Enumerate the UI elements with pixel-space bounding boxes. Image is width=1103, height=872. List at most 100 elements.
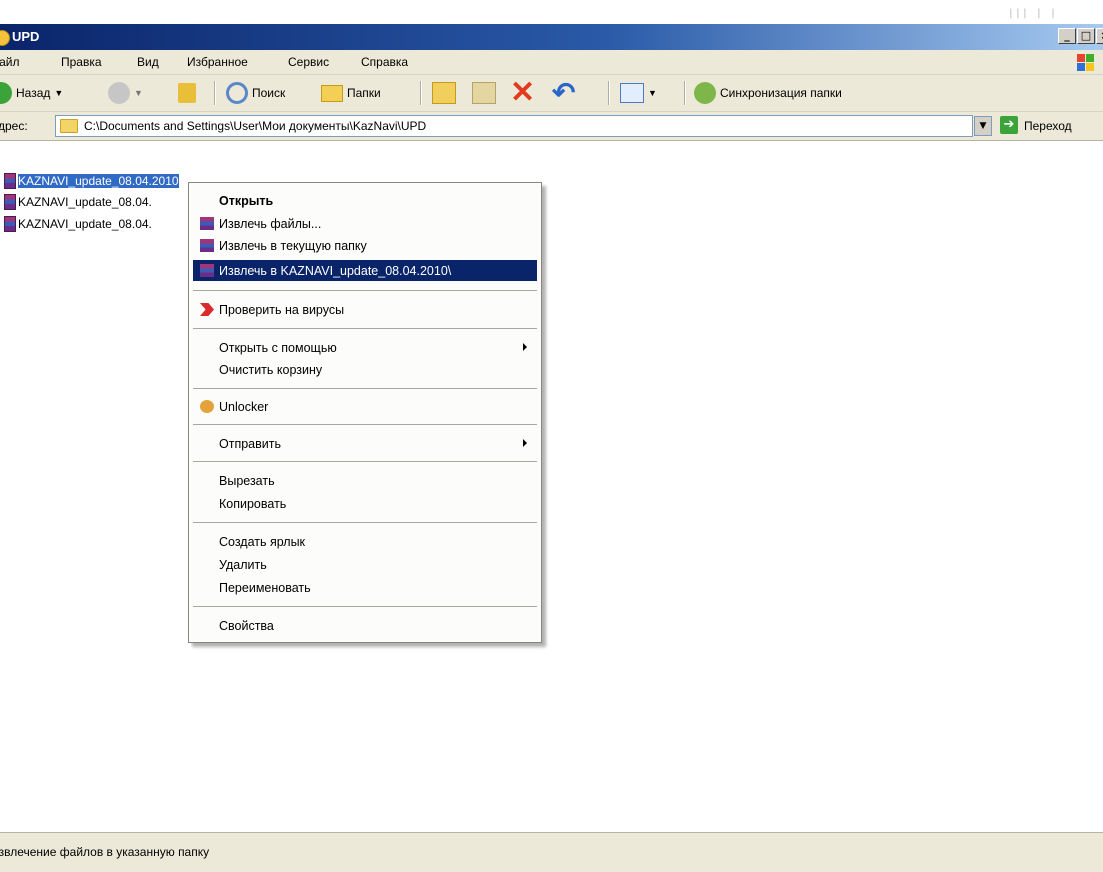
winrar-icon [200,239,214,252]
windows-logo-icon [1075,52,1095,72]
menu-item-unlocker[interactable]: Unlocker [193,396,537,417]
menu-help[interactable]: Справка [361,55,408,69]
menu-item-label: Извлечь файлы... [219,216,322,231]
menu-item-extract-here[interactable]: Извлечь в текущую папку [193,235,537,256]
menu-separator [193,606,537,607]
menu-item-label: Создать ярлык [219,534,306,549]
menu-item-label: Извлечь в KAZNAVI_update_08.04.2010\ [219,263,452,278]
menu-favorites[interactable]: Избранное [187,55,248,69]
folder-icon [0,30,10,46]
status-text: Извлечение файлов в указанную папку [0,845,210,859]
menu-separator [193,290,537,291]
menu-item-label: Переименовать [219,580,311,595]
copy-to-button[interactable] [472,80,496,106]
menu-separator [193,424,537,425]
context-menu: Открыть Извлечь файлы... Извлечь в текущ… [188,182,542,643]
search-label: Поиск [252,86,286,100]
menu-separator [193,461,537,462]
folders-icon [321,84,343,102]
up-folder-button[interactable] [178,80,196,106]
menu-item-create-shortcut[interactable]: Создать ярлык [193,531,537,552]
move-to-button[interactable] [432,80,456,106]
address-dropdown-icon[interactable]: ▼ [974,116,992,136]
menu-item-rename[interactable]: Переименовать [193,577,537,598]
menu-item-label: Проверить на вирусы [219,302,345,317]
forward-arrow-icon [108,82,130,104]
menu-item-delete[interactable]: Удалить [193,554,537,575]
back-dropdown-icon: ▼ [54,88,64,98]
menu-file[interactable]: Файл [0,55,20,69]
menu-bar: Файл Правка Вид Избранное Сервис Справка [0,50,1103,75]
back-label: Назад [16,86,51,100]
submenu-arrow-icon [523,343,527,351]
list-item[interactable]: KAZNAVI_update_08.04. [4,215,152,233]
rar-archive-icon [4,194,16,210]
folder-icon [60,119,78,133]
maximize-button[interactable]: □ [1077,28,1095,44]
menu-edit[interactable]: Правка [61,55,102,69]
menu-separator [193,328,537,329]
menu-item-label: Извлечь в текущую папку [219,238,367,253]
go-button[interactable]: Переход [1024,119,1072,133]
file-name: KAZNAVI_update_08.04.2010 [18,174,179,188]
status-bar: Извлечение файлов в указанную папку [0,832,1103,872]
folders-button[interactable]: Папки [321,80,381,106]
go-arrow-icon[interactable]: ➔ [1000,116,1018,134]
back-button[interactable]: Назад ▼ [0,80,63,106]
menu-item-label: Unlocker [219,399,269,414]
menu-item-label: Копировать [219,496,287,511]
address-bar: Адрес: C:\Documents and Settings\User\Мо… [0,112,1103,141]
menu-view[interactable]: Вид [137,55,159,69]
menu-item-extract-files[interactable]: Извлечь файлы... [193,213,537,234]
menu-item-extract-to[interactable]: Извлечь в KAZNAVI_update_08.04.2010\ [193,260,537,281]
toolbar-separator [684,81,686,105]
menu-tools[interactable]: Сервис [288,55,329,69]
menu-item-send-to[interactable]: Отправить [193,433,537,454]
menu-item-cut[interactable]: Вырезать [193,470,537,491]
toolbar-separator [420,81,422,105]
submenu-arrow-icon [523,439,527,447]
close-button[interactable]: × [1096,28,1103,44]
list-item[interactable]: KAZNAVI_update_08.04. [4,193,152,211]
undo-button[interactable]: ↶ [552,77,576,108]
menu-item-copy[interactable]: Копировать [193,493,537,514]
address-label: Адрес: [0,119,28,133]
kaspersky-icon [200,303,214,316]
sync-folder-button[interactable]: Синхронизация папки [694,80,842,106]
minimize-button[interactable]: _ [1058,28,1076,44]
file-name: KAZNAVI_update_08.04. [18,195,152,209]
menu-item-open[interactable]: Открыть [193,190,537,211]
menu-separator [193,522,537,523]
views-button[interactable]: ▼ [620,80,657,106]
undo-icon: ↶ [552,77,576,108]
winrar-icon [200,217,214,230]
search-button[interactable]: Поиск [226,80,285,106]
top-edge: ||| | | [0,0,1103,24]
title-bar: UPD [0,24,1103,50]
sync-icon [694,82,716,104]
file-list-area[interactable]: KAZNAVI_update_08.04.2010 KAZNAVI_update… [0,141,1103,831]
forward-button[interactable]: ▼ [108,80,143,106]
delete-button[interactable]: ✕ [510,78,535,108]
menu-item-properties[interactable]: Свойства [193,615,537,636]
address-input[interactable]: C:\Documents and Settings\User\Мои докум… [55,115,973,137]
toolbar: Назад ▼ ▼ Поиск Папки ✕ ↶ ▼ Синхронизаци… [0,75,1103,112]
back-arrow-icon [0,82,12,104]
list-item[interactable]: KAZNAVI_update_08.04.2010 [4,172,179,190]
sync-label: Синхронизация папки [720,86,842,100]
menu-item-empty-bin[interactable]: Очистить корзину [193,359,537,380]
rar-archive-icon [4,173,16,189]
copy-to-icon [472,82,496,104]
menu-item-label: Очистить корзину [219,362,323,377]
menu-item-open-with[interactable]: Открыть с помощью [193,337,537,358]
menu-item-label: Открыть [219,193,274,208]
toolbar-separator [214,81,216,105]
menu-item-label: Свойства [219,618,274,633]
up-folder-icon [178,83,196,103]
menu-item-label: Открыть с помощью [219,340,337,355]
window-title: UPD [12,29,40,44]
menu-item-scan-virus[interactable]: Проверить на вирусы [193,299,537,320]
winrar-icon [200,264,214,277]
search-icon [226,82,248,104]
menu-item-label: Удалить [219,557,267,572]
